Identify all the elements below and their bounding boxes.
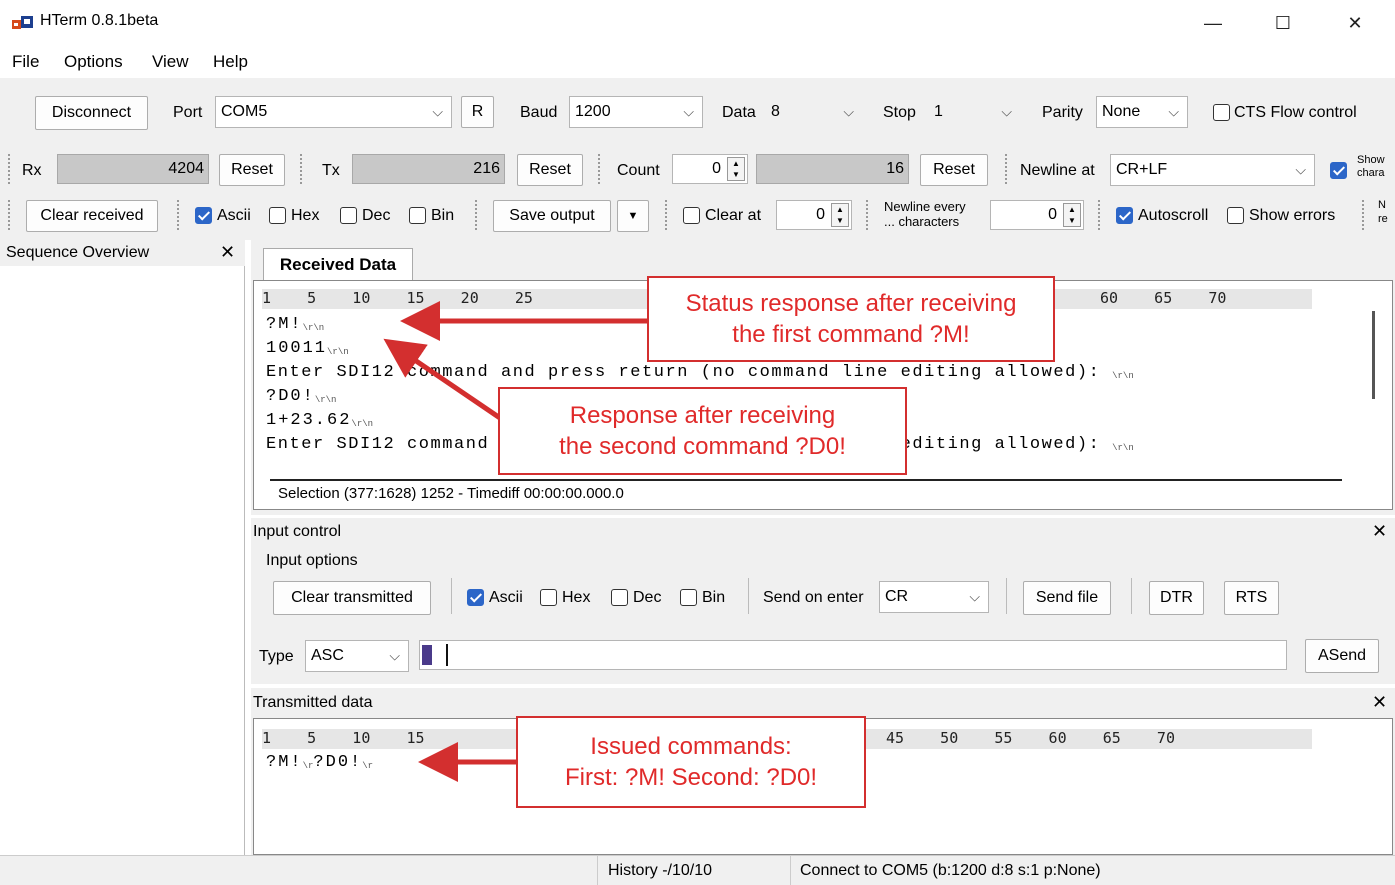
separator [597, 856, 598, 885]
status-bar: History -/10/10 Connect to COM5 (b:1200 … [0, 855, 1395, 885]
annotation-issued: Issued commands: First: ?M! Second: ?D0! [516, 716, 866, 808]
separator [790, 856, 791, 885]
annotation-response: Response after receiving the second comm… [498, 387, 907, 475]
annotation-status: Status response after receiving the firs… [647, 276, 1055, 362]
arrow-response [383, 338, 502, 421]
history-status: History -/10/10 [608, 862, 713, 879]
connection-status: Connect to COM5 (b:1200 d:8 s:1 p:None) [800, 862, 1101, 879]
